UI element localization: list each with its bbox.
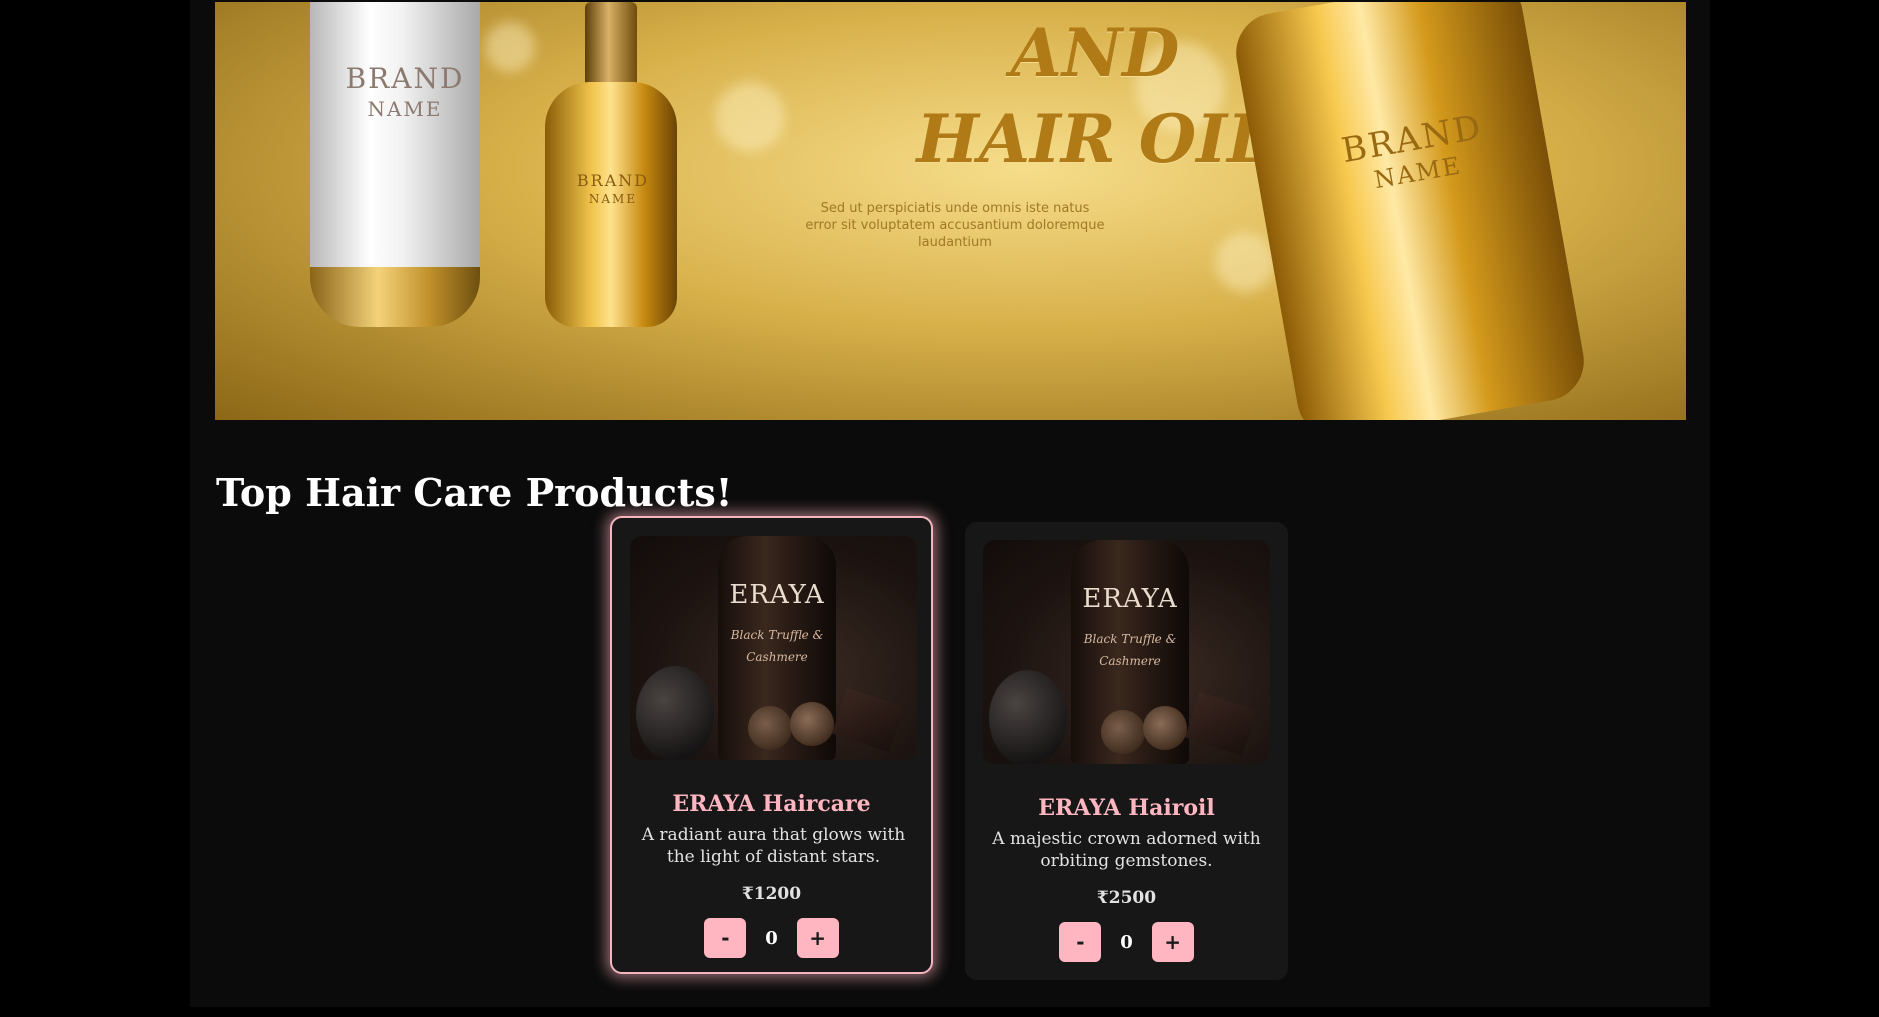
large-gold-bottle-image: [1229, 2, 1591, 420]
bokeh-light: [715, 82, 785, 152]
truffle-image: [1101, 710, 1145, 754]
section-title: Top Hair Care Products!: [216, 470, 733, 515]
white-bottle-image: [310, 2, 480, 312]
product-description: A radiant aura that glows with the light…: [641, 825, 906, 867]
chocolate-image: [1185, 691, 1257, 757]
product-name: ERAYA Haircare: [672, 791, 871, 817]
decrease-quantity-button[interactable]: -: [1059, 922, 1102, 962]
product-description: A majestic crown adorned with orbiting g…: [992, 829, 1261, 871]
banner-tagline: Sed ut perspiciatis unde omnis iste natu…: [805, 201, 1105, 250]
quantity-value: 0: [765, 927, 778, 949]
white-bottle-label: BRAND NAME: [345, 62, 465, 122]
increase-quantity-button[interactable]: +: [796, 918, 839, 958]
product-price: ₹1200: [741, 884, 802, 904]
product-price: ₹2500: [1096, 888, 1157, 908]
bottle-product-text: Black Truffle & Cashmere: [730, 628, 824, 664]
bokeh-light: [1215, 232, 1275, 292]
truffle-image: [636, 666, 714, 760]
bokeh-light: [485, 22, 535, 72]
product-card[interactable]: ERAYA Black Truffle & Cashmere ERAYA Hai…: [610, 516, 933, 974]
truffle-image: [790, 702, 834, 746]
truffle-image: [1143, 706, 1187, 750]
truffle-image: [989, 670, 1067, 764]
quantity-stepper: - 0 +: [612, 918, 931, 958]
product-image: ERAYA Black Truffle & Cashmere: [983, 540, 1270, 764]
white-bottle-base-image: [310, 267, 480, 327]
bottle-brand-text: ERAYA: [729, 580, 825, 610]
chocolate-image: [832, 687, 904, 753]
bottle-brand-text: ERAYA: [1082, 584, 1178, 614]
page: BRAND NAME BRAND NAME AND HAIR OIL Sed u…: [190, 0, 1710, 1007]
product-card[interactable]: ERAYA Black Truffle & Cashmere ERAYA Hai…: [965, 522, 1288, 980]
product-name: ERAYA Hairoil: [1038, 795, 1215, 821]
quantity-value: 0: [1120, 931, 1133, 953]
decrease-quantity-button[interactable]: -: [704, 918, 747, 958]
increase-quantity-button[interactable]: +: [1151, 922, 1194, 962]
dropper-bottle-label: BRAND NAME: [576, 171, 650, 207]
bottle-product-text: Black Truffle & Cashmere: [1083, 632, 1177, 668]
quantity-stepper: - 0 +: [965, 922, 1288, 962]
product-image: ERAYA Black Truffle & Cashmere: [630, 536, 917, 760]
truffle-image: [748, 706, 792, 750]
dropper-neck-image: [585, 2, 637, 92]
hero-banner: BRAND NAME BRAND NAME AND HAIR OIL Sed u…: [215, 2, 1686, 420]
